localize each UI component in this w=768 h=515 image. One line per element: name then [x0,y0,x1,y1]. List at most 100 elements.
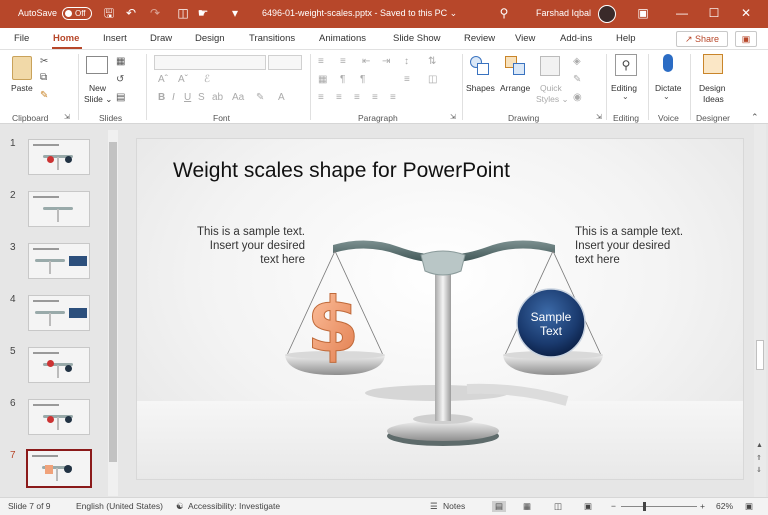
slide-sorter-icon[interactable]: ▦ [523,501,531,512]
shape-fill-icon[interactable]: ◈ [573,56,581,67]
design-ideas-label-2[interactable]: Ideas [703,94,724,104]
slide-thumbnail-3[interactable] [28,243,90,279]
autosave-toggle[interactable]: Off [62,7,92,20]
collapse-ribbon-icon[interactable]: ⌃ [751,112,759,123]
shape-effects-icon[interactable]: ◉ [573,92,582,103]
tab-review[interactable]: Review [464,33,495,44]
canvas-scrollbar[interactable]: ▲ ⇑ ⇓ [754,124,766,497]
slide-canvas[interactable]: Weight scales shape for PowerPoint This … [136,138,744,480]
font-size-combobox[interactable] [268,55,302,70]
decrease-indent-icon[interactable]: ⇤ [362,56,370,67]
slide-thumbnail-6[interactable] [28,399,90,435]
close-icon[interactable]: ✕ [739,6,753,20]
microphone-icon[interactable] [663,54,673,72]
new-slide-label-2[interactable]: Slide ⌄ [84,94,112,105]
font-color-icon[interactable]: A [278,92,285,103]
language-indicator[interactable]: English (United States) [76,501,163,511]
font-name-combobox[interactable] [154,55,266,70]
maximize-icon[interactable]: ☐ [707,6,721,20]
bullets-icon[interactable]: ≡ [318,56,324,67]
cut-icon[interactable]: ✂ [40,56,48,67]
user-name[interactable]: Farshad Iqbal [536,8,591,18]
tab-file[interactable]: File [14,33,29,44]
align-right-icon[interactable]: ≡ [354,92,360,103]
fit-slide-icon[interactable]: ▣ [745,501,753,512]
change-case-icon[interactable]: Aa [232,92,244,103]
dictate-chevron-icon[interactable]: ⌄ [663,92,670,101]
tab-transitions[interactable]: Transitions [249,33,295,44]
undo-icon[interactable]: ↶ [124,6,138,20]
thumbnails-scrollbar[interactable] [108,130,118,496]
notes-icon[interactable]: ☰ [430,501,438,512]
share-button[interactable]: ↗ Share [676,31,728,47]
shapes-label[interactable]: Shapes [466,83,495,93]
tab-insert[interactable]: Insert [103,33,127,44]
strikethrough-icon[interactable]: S [198,92,205,103]
comments-button[interactable]: ▣ [735,31,757,47]
format-painter-icon[interactable]: ✎ [40,90,48,101]
prev-slide-icon[interactable]: ⇑ [756,454,762,462]
copy-icon[interactable]: ⧉ [40,72,47,83]
minimize-icon[interactable]: — [675,6,689,20]
arrange-icon[interactable] [505,56,527,76]
slide-thumbnail-7[interactable] [26,449,92,488]
justify-icon[interactable]: ≡ [372,92,378,103]
smartart-icon[interactable]: ◫ [428,74,437,85]
increase-font-icon[interactable]: Aˆ [158,74,168,85]
search-icon[interactable]: ⚲ [497,6,511,20]
editing-search-icon[interactable]: ⚲ [615,54,637,76]
touch-mode-icon[interactable]: ☛ [196,6,210,20]
align-left-icon[interactable]: ≡ [318,92,324,103]
align-center-icon[interactable]: ≡ [336,92,342,103]
arrange-label[interactable]: Arrange [500,83,530,93]
editing-chevron-icon[interactable]: ⌄ [622,92,629,101]
slide-thumbnail-5[interactable] [28,347,90,383]
quick-styles-label[interactable]: Quick [540,83,562,93]
ltr-icon[interactable]: ¶ [360,74,365,85]
zoom-slider-thumb[interactable] [643,502,646,511]
zoom-level[interactable]: 62% [716,501,733,511]
zoom-slider[interactable] [621,502,697,511]
character-spacing-icon[interactable]: ab [212,92,223,103]
decrease-font-icon[interactable]: Aˇ [178,74,188,85]
shape-outline-icon[interactable]: ✎ [573,74,581,85]
quick-styles-label-2[interactable]: Styles ⌄ [536,94,569,105]
design-ideas-label[interactable]: Design [699,83,725,93]
scroll-up-icon[interactable]: ▲ [756,442,763,449]
shapes-icon[interactable] [470,56,490,76]
dollar-symbol[interactable]: $ [306,280,360,370]
rtl-icon[interactable]: ¶ [340,74,345,85]
clear-formatting-icon[interactable]: ℰ [204,74,210,85]
paste-label[interactable]: Paste [11,83,33,93]
italic-icon[interactable]: I [172,92,175,103]
numbering-icon[interactable]: ≡ [340,56,346,67]
layout-icon[interactable]: ▦ [116,56,125,67]
paragraph-launcher-icon[interactable]: ⇲ [450,113,456,121]
columns-icon[interactable]: ▦ [318,74,327,85]
tab-view[interactable]: View [515,33,535,44]
reset-icon[interactable]: ↺ [116,74,124,85]
notes-label[interactable]: Notes [443,501,465,511]
drawing-launcher-icon[interactable]: ⇲ [596,113,602,121]
new-slide-label[interactable]: New [89,83,106,93]
zoom-out-icon[interactable]: − [611,501,616,511]
next-slide-icon[interactable]: ⇓ [756,466,762,474]
new-slide-icon[interactable] [86,56,108,74]
slide-thumbnail-2[interactable] [28,191,90,227]
slideshow-view-icon[interactable]: ▣ [584,501,592,512]
tab-design[interactable]: Design [195,33,225,44]
normal-view-icon[interactable]: ▤ [492,501,506,512]
redo-icon[interactable]: ↷ [148,6,162,20]
scrollbar-thumb[interactable] [109,142,117,462]
distributed-icon[interactable]: ≡ [390,92,396,103]
tab-animations[interactable]: Animations [319,33,366,44]
increase-indent-icon[interactable]: ⇥ [382,56,390,67]
slide-thumbnail-1[interactable] [28,139,90,175]
document-title[interactable]: 6496-01-weight-scales.pptx - Saved to th… [262,8,457,19]
ribbon-display-options-icon[interactable]: ▣ [636,6,650,20]
save-icon[interactable]: 🖫 [102,6,116,20]
slide-thumbnail-4[interactable] [28,295,90,331]
paste-icon[interactable] [12,56,32,80]
accessibility-status[interactable]: Accessibility: Investigate [188,501,280,511]
underline-icon[interactable]: U [184,92,191,103]
